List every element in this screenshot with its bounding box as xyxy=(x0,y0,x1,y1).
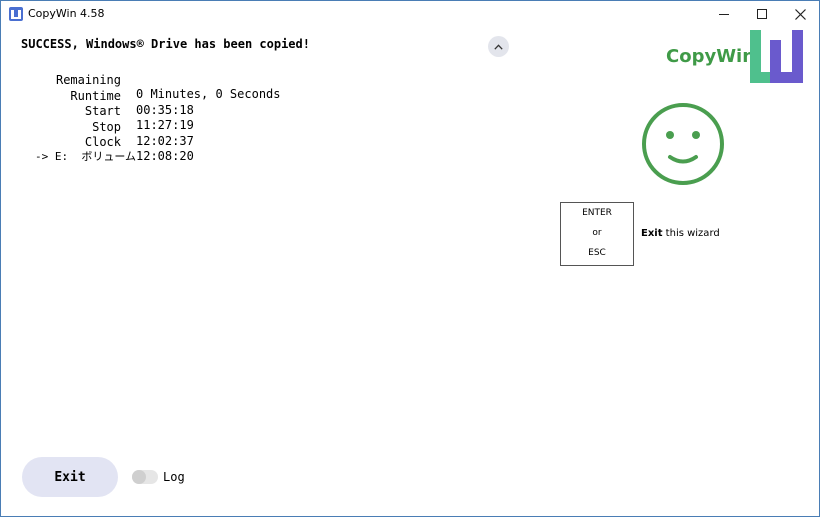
app-window: CopyWin 4.58 SUCCESS, Windows® Drive has… xyxy=(0,0,820,517)
maximize-icon xyxy=(757,9,767,19)
stat-row-stop: Stop 12:02:37 xyxy=(21,106,194,148)
stat-value: 00:35:18 xyxy=(136,102,194,117)
key-or-label: or xyxy=(592,228,602,238)
log-label: Log xyxy=(163,470,185,484)
status-message: SUCCESS, Windows® Drive has been copied! xyxy=(21,37,310,51)
close-icon xyxy=(794,8,806,20)
stat-row-clock: Clock 12:08:20 xyxy=(21,121,194,163)
stat-row-runtime: Runtime 00:35:18 xyxy=(21,75,193,117)
chevron-up-icon xyxy=(494,43,503,50)
key-hint-box: ENTER or ESC xyxy=(560,202,634,266)
stat-row-start: Start 11:27:19 xyxy=(21,90,194,132)
stats-panel: Remaining 0 Minutes, 0 Seconds Runtime 0… xyxy=(21,59,281,163)
log-toggle[interactable] xyxy=(132,470,158,484)
minimize-button[interactable] xyxy=(705,1,743,27)
copywin-logo-icon xyxy=(750,30,803,83)
smiley-icon xyxy=(642,103,724,185)
app-icon xyxy=(9,7,23,21)
stat-value: 0 Minutes, 0 Seconds xyxy=(136,87,281,101)
brand-name: CopyWin xyxy=(666,46,756,67)
target-volume: -> E: ボリューム xyxy=(35,150,137,163)
close-button[interactable] xyxy=(781,1,819,27)
exit-button[interactable]: Exit xyxy=(22,457,118,497)
minimize-icon xyxy=(719,13,729,15)
window-title: CopyWin 4.58 xyxy=(28,7,105,20)
collapse-button[interactable] xyxy=(488,36,509,57)
stat-value: 12:02:37 xyxy=(136,133,194,148)
stat-row-remaining: Remaining 0 Minutes, 0 Seconds xyxy=(21,59,281,101)
exit-hint-bold: Exit xyxy=(641,228,663,239)
maximize-button[interactable] xyxy=(743,1,781,27)
exit-hint-rest: this wizard xyxy=(662,228,720,239)
stat-value: 11:27:19 xyxy=(136,118,194,133)
exit-hint: Exit this wizard xyxy=(641,228,720,239)
stat-value: 12:08:20 xyxy=(136,149,194,164)
title-bar[interactable]: CopyWin 4.58 xyxy=(1,1,819,27)
toggle-knob xyxy=(132,470,146,484)
key-enter-label: ENTER xyxy=(582,208,612,218)
key-esc-label: ESC xyxy=(588,248,606,258)
